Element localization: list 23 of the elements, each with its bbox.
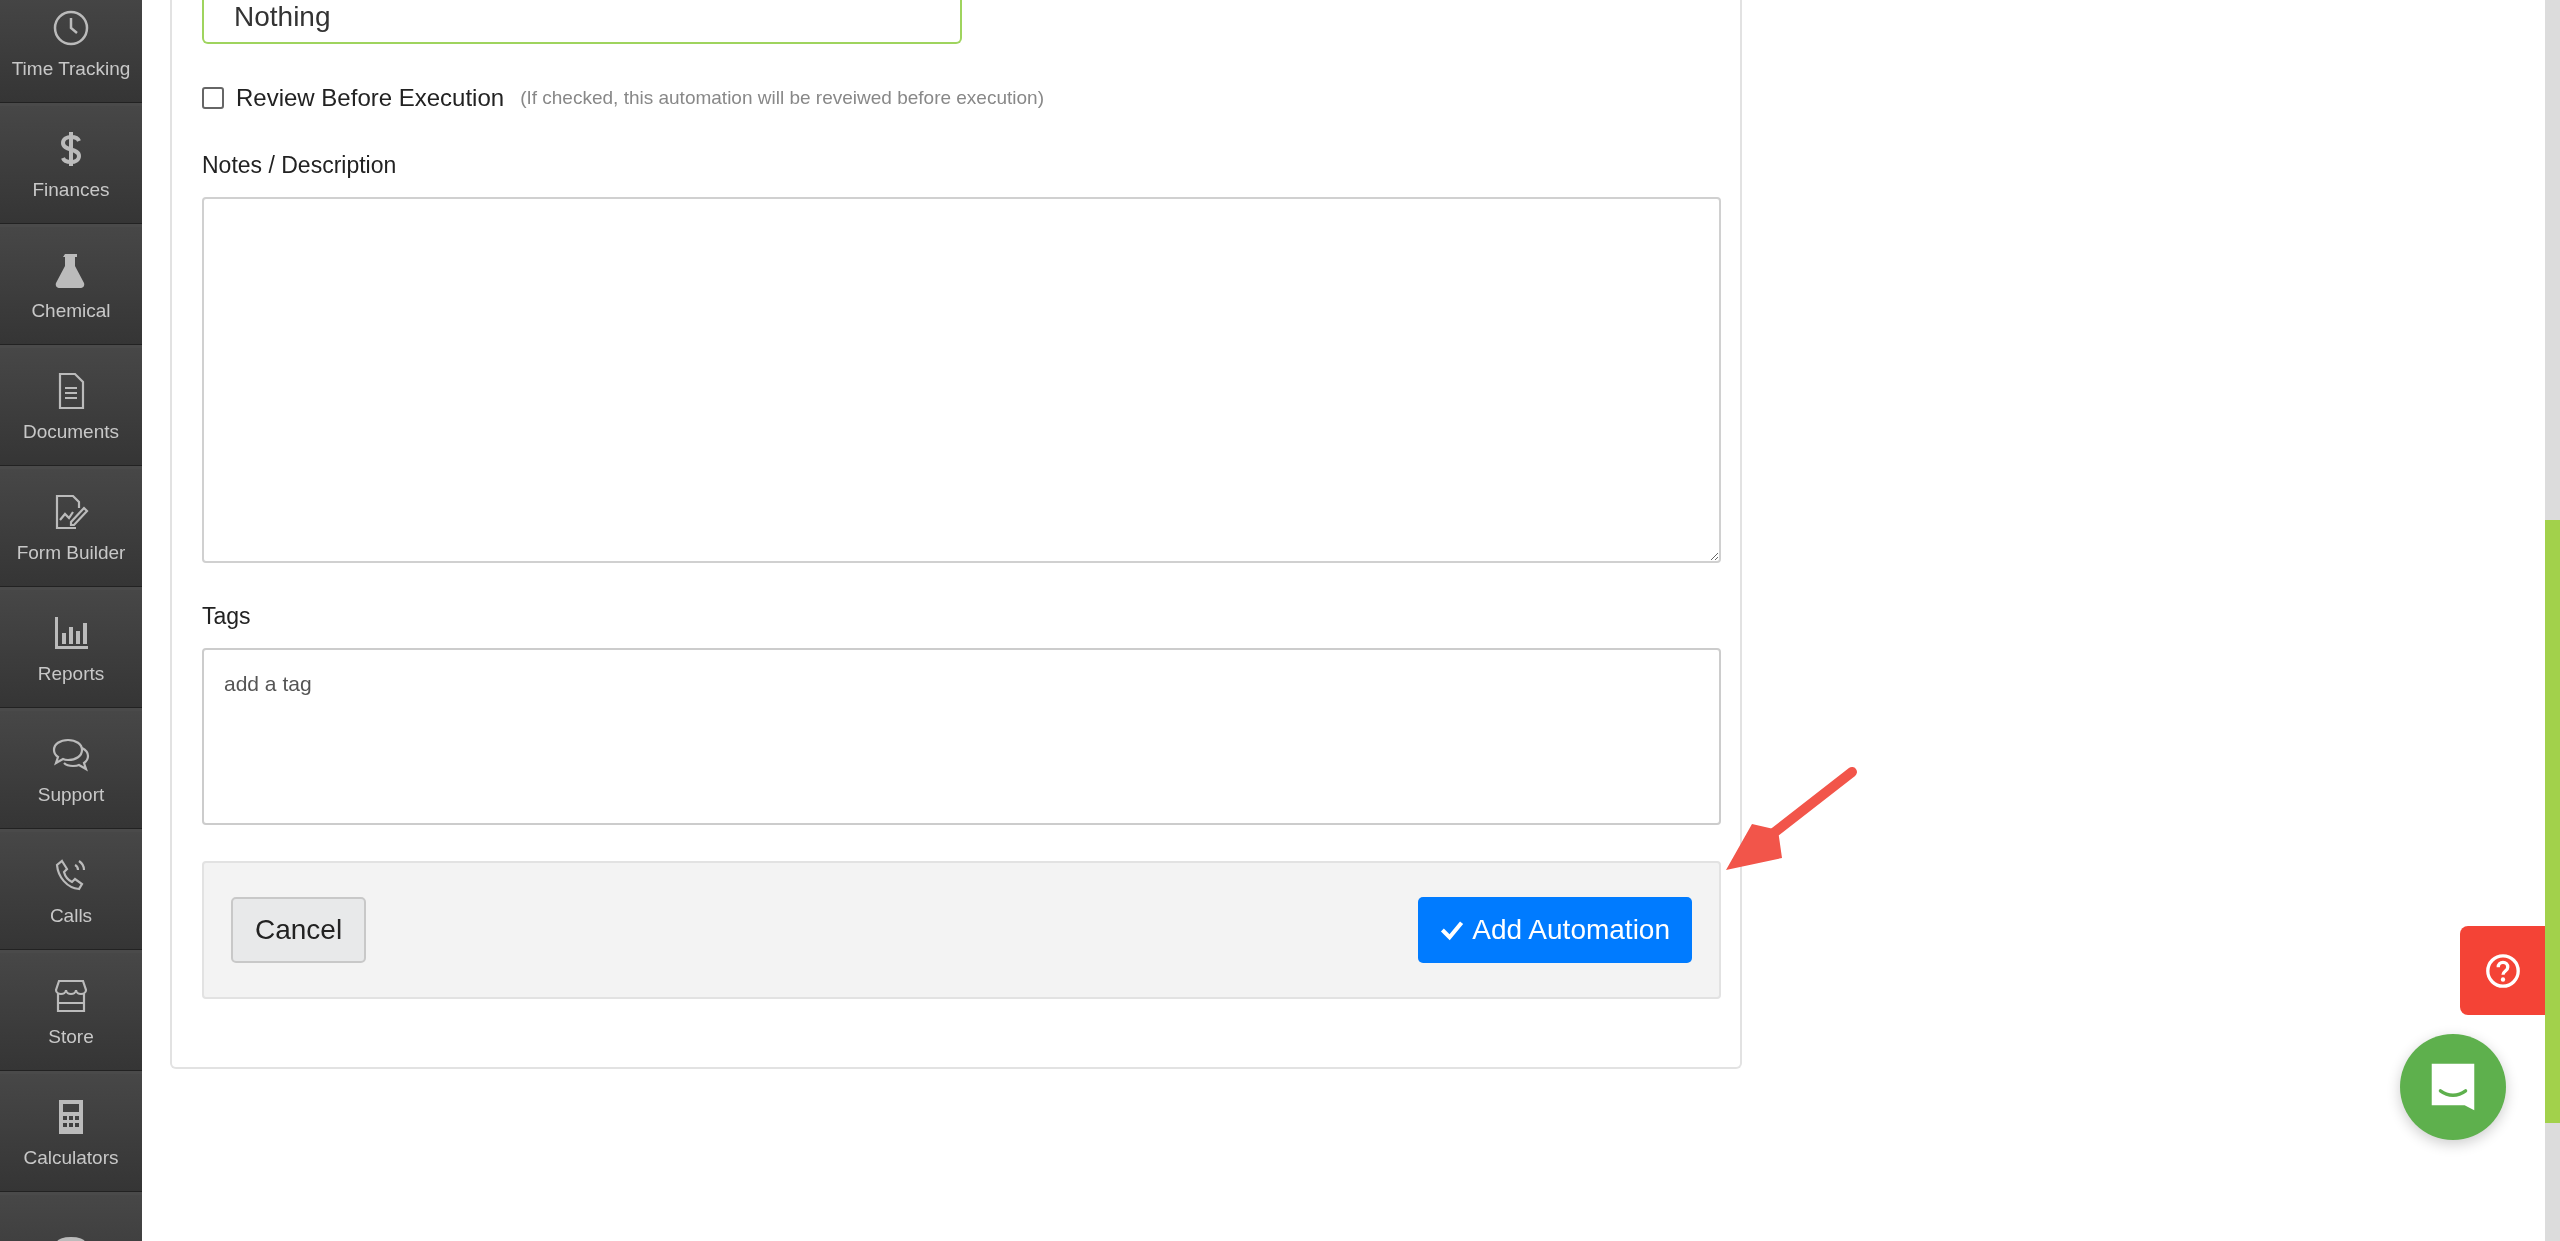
add-automation-button[interactable]: Add Automation [1418,897,1692,963]
sidebar-item[interactable]: Store [0,950,142,1071]
cancel-button[interactable]: Cancel [231,897,367,963]
question-icon [2483,951,2522,990]
field-label: Notes / Description [202,152,398,179]
sidebar-item[interactable]: Documents [0,345,142,466]
sidebar-item[interactable]: Time Tracking [0,0,142,103]
scrollbar[interactable] [2545,0,2560,1241]
sidebar-item[interactable]: Chemical [0,224,142,345]
tags-field[interactable]: add a tag [202,648,1721,825]
sidebar-item[interactable]: Calculators [0,1071,142,1192]
input-field[interactable]: Nothing [202,0,962,44]
hint-text: (If checked, this automation will be reveiwed before execution) [520,87,1044,109]
sidebar-item[interactable]: Support [0,708,142,829]
field-label: Tags [202,603,252,630]
help-button[interactable] [2460,926,2545,1015]
sidebar-item[interactable]: Calls [0,829,142,950]
checkbox[interactable] [202,87,224,109]
sidebar-item[interactable]: Form Builder [0,466,142,587]
chat-button[interactable] [2400,1034,2506,1140]
checkbox-label: Review Before Execution [236,84,505,112]
sidebar-item[interactable]: Finances [0,103,142,224]
sidebar-item[interactable]: Reports [0,587,142,708]
